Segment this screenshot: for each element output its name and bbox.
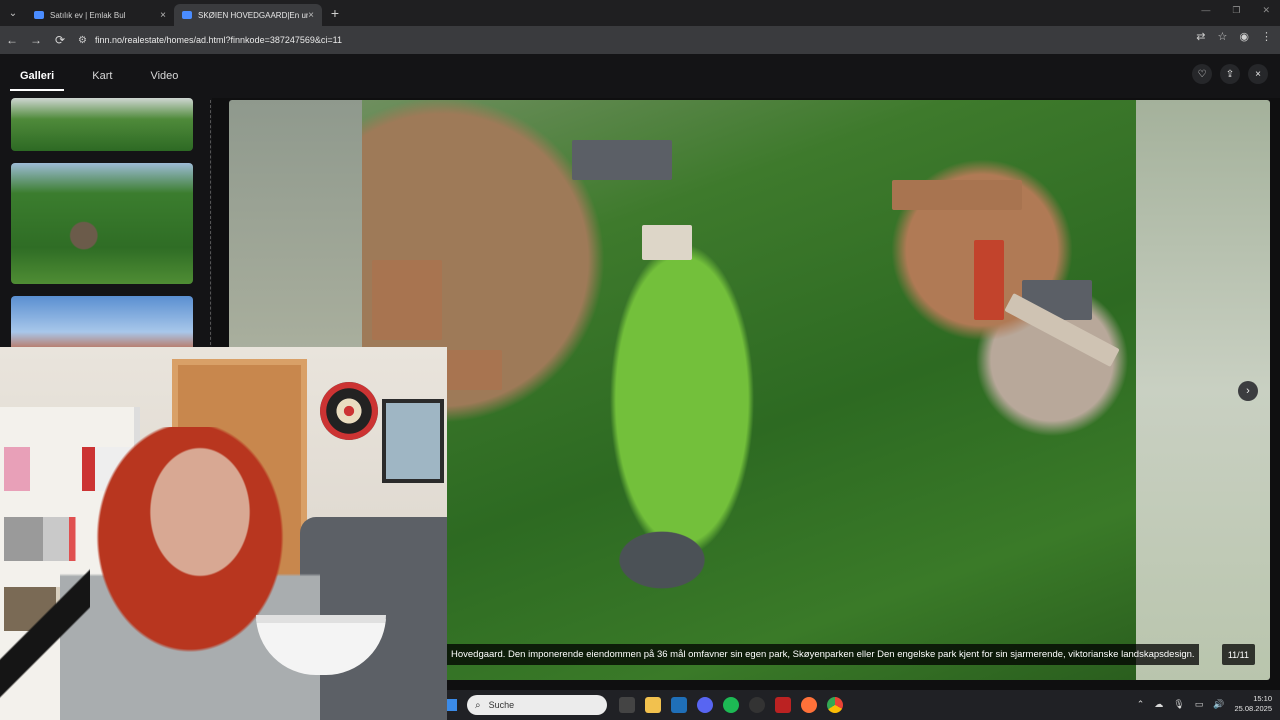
back-button[interactable]: ← bbox=[0, 28, 24, 52]
voicemeeter-icon[interactable] bbox=[775, 697, 791, 713]
bookmark-star-icon[interactable]: ☆ bbox=[1218, 30, 1228, 43]
display-icon[interactable]: ▭ bbox=[1195, 699, 1204, 710]
taskbar-apps bbox=[619, 697, 843, 713]
firefox-icon[interactable] bbox=[801, 697, 817, 713]
share-icon[interactable]: ⇪ bbox=[1220, 64, 1240, 84]
image-caption: Hovedgaard. Den imponerende eiendommen p… bbox=[447, 644, 1199, 665]
site-info-icon[interactable]: ⚙ bbox=[78, 35, 87, 46]
tab-video[interactable]: Video bbox=[150, 54, 178, 98]
minimize-icon[interactable]: — bbox=[1201, 5, 1210, 16]
browser-tab-skoien[interactable]: SKØIEN HOVEDGAARD|En unik × bbox=[174, 4, 322, 26]
browser-tab-strip: ⌄ Satılık ev | Emlak Bul × SKØIEN HOVEDG… bbox=[0, 0, 1280, 26]
spotify-icon[interactable] bbox=[723, 697, 739, 713]
profile-icon[interactable]: ◉ bbox=[1239, 30, 1249, 43]
close-gallery-icon[interactable]: × bbox=[1248, 64, 1268, 84]
toolbar-right: ⇄ ☆ ◉ ⋮ bbox=[1196, 30, 1272, 43]
tab-title: SKØIEN HOVEDGAARD|En unik bbox=[198, 10, 309, 20]
window-controls: — ❐ ✕ bbox=[1201, 5, 1270, 16]
task-view-icon[interactable] bbox=[619, 697, 635, 713]
webcam-dartboard bbox=[320, 382, 378, 440]
search-placeholder: Suche bbox=[488, 700, 515, 710]
chrome-icon[interactable] bbox=[827, 697, 843, 713]
reload-button[interactable]: ⟳ bbox=[48, 28, 72, 52]
clock-date: 25.08.2025 bbox=[1234, 704, 1272, 713]
address-bar[interactable]: ⚙ finn.no/realestate/homes/ad.html?finnk… bbox=[78, 30, 1200, 50]
discord-icon[interactable] bbox=[697, 697, 713, 713]
search-icon: ⌕ bbox=[475, 699, 481, 711]
aerial-park-photo bbox=[362, 100, 1136, 680]
clock-time: 15:10 bbox=[1253, 694, 1272, 703]
cloud-icon[interactable]: ☁ bbox=[1154, 699, 1163, 710]
browser-toolbar: ← → ⟳ ⚙ finn.no/realestate/homes/ad.html… bbox=[0, 26, 1280, 54]
volume-icon[interactable]: 🔊 bbox=[1213, 699, 1224, 710]
browser-menu-icon[interactable]: ⋮ bbox=[1261, 30, 1272, 43]
system-tray: ⌃ ☁ 🎙 ▭ 🔊 15:10 25.08.2025 bbox=[1137, 694, 1272, 714]
file-explorer-icon[interactable] bbox=[645, 697, 661, 713]
finn-favicon-icon bbox=[182, 11, 192, 19]
taskbar-clock[interactable]: 15:10 25.08.2025 bbox=[1234, 694, 1272, 714]
tab-title: Satılık ev | Emlak Bul bbox=[50, 10, 126, 20]
browser-tab-emlak[interactable]: Satılık ev | Emlak Bul × bbox=[26, 4, 174, 26]
favorite-heart-icon[interactable]: ♡ bbox=[1192, 64, 1212, 84]
translate-icon[interactable]: ⇄ bbox=[1196, 30, 1205, 43]
thumbnail-divider bbox=[210, 100, 211, 350]
close-tab-icon[interactable]: × bbox=[308, 10, 314, 21]
next-image-chevron-icon[interactable]: › bbox=[1238, 381, 1258, 401]
tab-kart[interactable]: Kart bbox=[92, 54, 112, 98]
new-tab-button[interactable]: + bbox=[322, 5, 348, 21]
tab-search-chevron-icon[interactable]: ⌄ bbox=[0, 0, 26, 26]
close-tab-icon[interactable]: × bbox=[160, 10, 166, 21]
start-windows-icon[interactable] bbox=[447, 699, 457, 711]
thumbnail-image[interactable] bbox=[11, 98, 193, 151]
windows-taskbar: ⌕ Suche ⌃ ☁ 🎙 ▭ 🔊 15:10 25.08.2025 bbox=[447, 690, 1280, 720]
thumbnail-image[interactable] bbox=[11, 296, 193, 348]
thumbnail-image[interactable] bbox=[11, 163, 193, 284]
tab-galleri[interactable]: Galleri bbox=[9, 54, 65, 98]
store-icon[interactable] bbox=[671, 697, 687, 713]
gallery-header: Galleri Kart Video ♡ ⇪ × bbox=[0, 54, 1280, 98]
tray-chevron-up-icon[interactable]: ⌃ bbox=[1137, 699, 1145, 710]
taskbar-search-box[interactable]: ⌕ Suche bbox=[467, 695, 607, 715]
forward-button[interactable]: → bbox=[24, 28, 48, 52]
webcam-overlay bbox=[0, 347, 447, 720]
microphone-icon[interactable]: 🎙 bbox=[1173, 699, 1184, 710]
gallery-actions: ♡ ⇪ × bbox=[1192, 64, 1268, 84]
image-counter: 11/11 bbox=[1221, 644, 1255, 665]
restore-icon[interactable]: ❐ bbox=[1232, 5, 1240, 16]
thumbnail-list[interactable] bbox=[0, 98, 212, 348]
window-close-icon[interactable]: ✕ bbox=[1262, 5, 1270, 16]
obs-icon[interactable] bbox=[749, 697, 765, 713]
webcam-microphone-arm bbox=[0, 557, 90, 720]
gallery-tabs: Galleri Kart Video bbox=[9, 54, 178, 98]
webcam-picture-frame bbox=[382, 399, 444, 483]
url-text: finn.no/realestate/homes/ad.html?finnkod… bbox=[94, 35, 342, 45]
webcam-person bbox=[60, 427, 320, 720]
emlak-favicon-icon bbox=[34, 11, 44, 19]
